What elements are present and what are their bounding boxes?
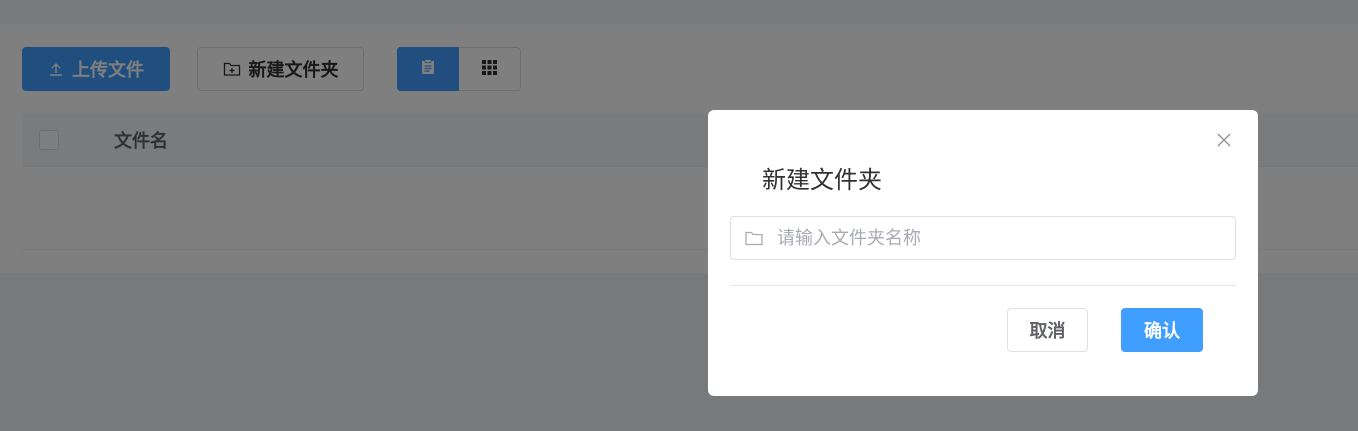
folder-name-field[interactable]	[730, 216, 1236, 260]
dialog-divider	[730, 285, 1236, 286]
close-icon	[1217, 132, 1231, 151]
new-folder-dialog: 新建文件夹 取消 确认	[708, 110, 1258, 396]
close-button[interactable]	[1213, 130, 1235, 152]
dialog-title: 新建文件夹	[762, 166, 882, 194]
confirm-button[interactable]: 确认	[1121, 308, 1203, 352]
cancel-button[interactable]: 取消	[1007, 308, 1088, 352]
folder-icon	[731, 231, 777, 246]
folder-name-input[interactable]	[777, 218, 1235, 258]
